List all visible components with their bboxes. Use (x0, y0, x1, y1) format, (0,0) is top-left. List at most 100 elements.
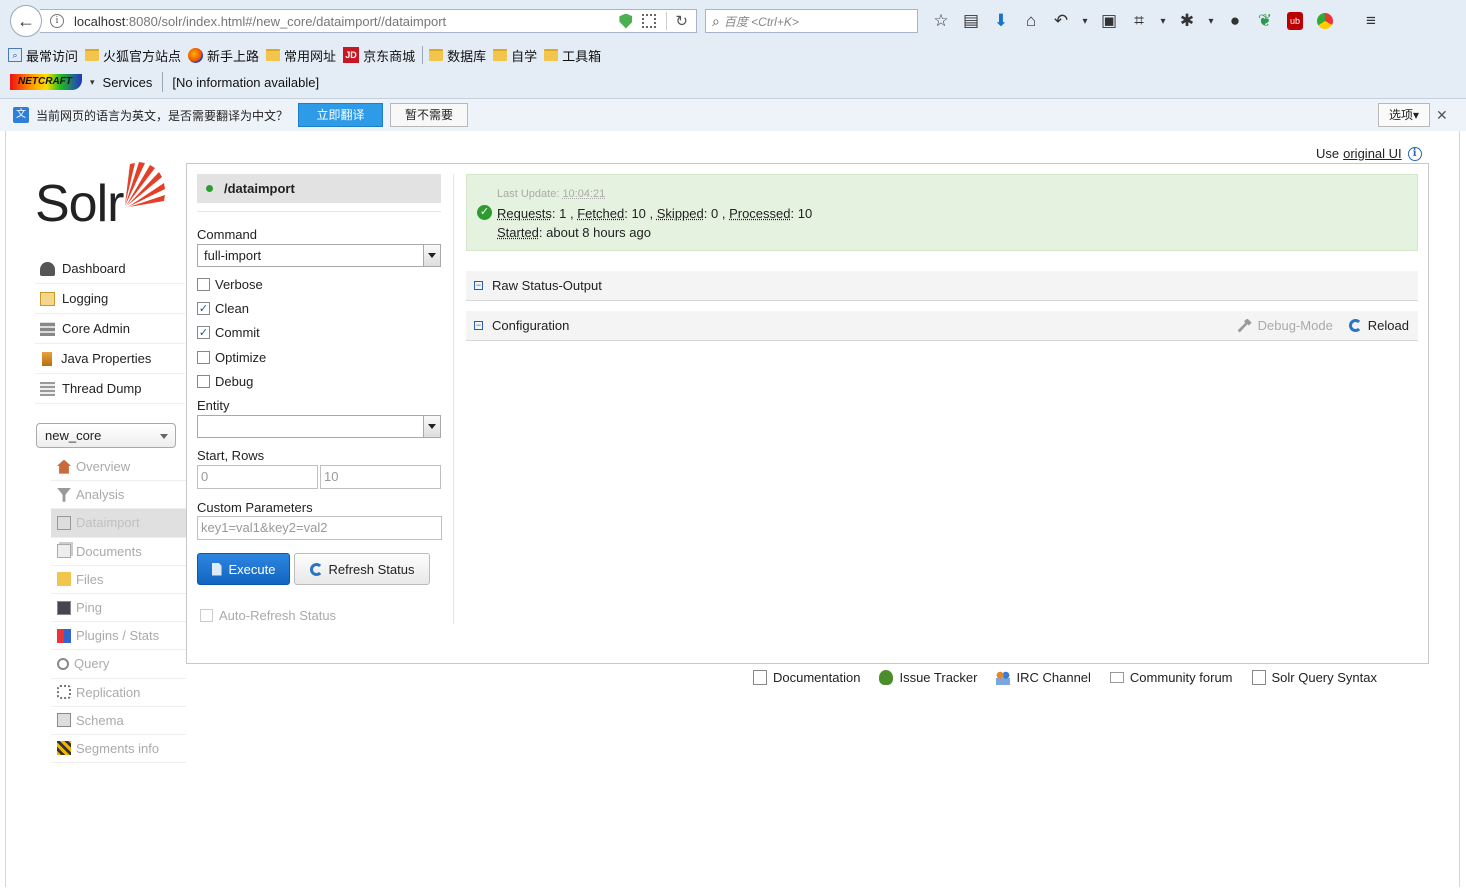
chevron-down-icon[interactable]: ▾ (1076, 16, 1094, 27)
core-nav-plugins-stats[interactable]: Plugins / Stats (51, 622, 186, 651)
clean-checkbox[interactable]: ✓ (197, 302, 210, 315)
undo-icon[interactable]: ↶ (1046, 11, 1076, 31)
auto-refresh-checkbox[interactable] (200, 609, 213, 622)
core-nav-segments-info[interactable]: Segments info (51, 735, 186, 764)
start-input[interactable]: 0 (197, 465, 318, 489)
bookmark-item[interactable]: JD 京东商城 (343, 46, 415, 65)
solr-logo[interactable]: Solr (35, 160, 170, 233)
ublock-icon[interactable]: ub (1287, 12, 1303, 30)
back-arrow-icon: ← (17, 10, 35, 31)
hamburger-menu-icon[interactable]: ≡ (1356, 11, 1386, 31)
collapse-icon[interactable]: − (474, 321, 483, 330)
bookmark-item[interactable]: 自学 (493, 46, 537, 65)
browser-chrome: i localhost:8080/solr/index.html#/new_co… (0, 0, 1466, 131)
ping-icon (57, 600, 71, 615)
verbose-checkbox-row[interactable]: Verbose (197, 277, 263, 292)
community-forum-link[interactable]: Community forum (1109, 670, 1233, 685)
command-select[interactable]: full-import (197, 244, 441, 267)
back-button[interactable]: ← (10, 5, 42, 37)
collapse-icon[interactable]: − (474, 281, 483, 290)
extension-icon[interactable]: ✱ (1172, 11, 1202, 31)
qr-code-icon[interactable] (642, 14, 657, 28)
bookmark-item[interactable]: 新手上路 (188, 46, 259, 65)
bookmark-item[interactable]: 常用网址 (266, 46, 336, 65)
page-info-icon[interactable]: i (50, 14, 64, 28)
reload-button[interactable]: Reload (1368, 318, 1409, 333)
nav-dashboard[interactable]: Dashboard (35, 254, 185, 284)
core-nav-query[interactable]: Query (51, 650, 186, 679)
entity-select[interactable] (197, 415, 441, 438)
debug-checkbox[interactable] (197, 375, 210, 388)
netcraft-logo[interactable]: NETCRAFT (10, 74, 82, 90)
core-nav-ping[interactable]: Ping (51, 594, 186, 623)
auto-refresh-row[interactable]: Auto-Refresh Status (200, 608, 336, 623)
original-ui-link[interactable]: original UI (1343, 146, 1402, 161)
color-picker-icon[interactable] (1317, 13, 1333, 29)
netcraft-services-menu[interactable]: Services (103, 75, 153, 90)
bookmark-item[interactable]: 工具箱 (544, 46, 601, 65)
raw-status-output-section[interactable]: − Raw Status-Output (466, 271, 1418, 301)
core-selector[interactable]: new_core (36, 423, 176, 448)
url-text[interactable]: localhost:8080/solr/index.html#/new_core… (74, 14, 446, 29)
core-nav-schema[interactable]: Schema (51, 707, 186, 735)
translate-options-button[interactable]: 选项▾ (1378, 103, 1430, 127)
bookmark-item[interactable]: ⌕ 最常访问 (8, 46, 78, 65)
configuration-section[interactable]: − Configuration Debug-Mode Reload (466, 311, 1418, 341)
bookmark-item[interactable]: 火狐官方站点 (85, 46, 181, 65)
documentation-link[interactable]: Documentation (753, 670, 860, 685)
refresh-status-button[interactable]: Refresh Status (294, 553, 430, 585)
status-dot-icon (206, 185, 213, 192)
commit-checkbox-row[interactable]: ✓ Commit (197, 325, 260, 340)
home-icon[interactable]: ⌂ (1016, 11, 1046, 31)
folder-icon (266, 49, 281, 61)
url-bar[interactable]: i localhost:8080/solr/index.html#/new_co… (40, 9, 697, 33)
core-nav-replication[interactable]: Replication (51, 679, 186, 707)
verbose-checkbox[interactable] (197, 278, 210, 291)
debug-mode-button[interactable]: Debug-Mode (1258, 318, 1333, 333)
optimize-checkbox[interactable] (197, 351, 210, 364)
bookmarks-menu-icon[interactable]: ▤ (956, 11, 986, 31)
commit-checkbox[interactable]: ✓ (197, 326, 210, 339)
core-nav-dataimport[interactable]: Dataimport (51, 509, 186, 538)
debug-checkbox-row[interactable]: Debug (197, 374, 253, 389)
crop-icon[interactable]: ⌗ (1124, 11, 1154, 31)
search-input[interactable]: ⌕ 百度 <Ctrl+K> (705, 9, 918, 33)
optimize-checkbox-row[interactable]: Optimize (197, 350, 266, 365)
execute-button[interactable]: Execute (197, 553, 290, 585)
core-nav-overview[interactable]: Overview (51, 453, 186, 482)
custom-parameters-input[interactable]: key1=val1&key2=val2 (197, 516, 442, 540)
translate-now-button[interactable]: 立即翻译 (298, 103, 384, 127)
download-icon[interactable]: ⬇ (986, 11, 1016, 31)
netcraft-info: [No information available] (172, 74, 320, 90)
chevron-down-icon[interactable]: ▾ (90, 77, 95, 88)
chevron-down-icon[interactable]: ▾ (1154, 16, 1172, 27)
no-translate-button[interactable]: 暂不需要 (390, 103, 469, 127)
folder-icon (429, 49, 444, 61)
info-icon[interactable]: i (1407, 146, 1422, 161)
bookmark-star-icon[interactable]: ☆ (926, 11, 956, 31)
chat-icon[interactable]: ● (1220, 11, 1250, 31)
nav-java-properties[interactable]: Java Properties (35, 344, 185, 374)
search-placeholder: 百度 <Ctrl+K> (723, 14, 799, 29)
rows-input[interactable]: 10 (320, 465, 441, 489)
nav-thread-dump[interactable]: Thread Dump (35, 374, 185, 404)
core-nav-files[interactable]: Files (51, 566, 186, 594)
handler-header[interactable]: /dataimport (197, 174, 441, 203)
entity-label: Entity (197, 398, 230, 413)
leaf-icon[interactable]: ❦ (1250, 11, 1280, 31)
core-nav-documents[interactable]: Documents (51, 538, 186, 566)
reader-icon[interactable]: ▣ (1094, 11, 1124, 31)
nav-logging[interactable]: Logging (35, 284, 185, 314)
chevron-down-icon[interactable]: ▾ (1202, 16, 1220, 27)
irc-channel-link[interactable]: IRC Channel (996, 670, 1091, 685)
nav-core-admin[interactable]: Core Admin (35, 314, 185, 344)
clean-checkbox-row[interactable]: ✓ Clean (197, 301, 249, 316)
shield-icon[interactable] (619, 13, 633, 29)
chevron-down-icon (160, 434, 168, 439)
close-icon[interactable]: ✕ (1436, 107, 1448, 124)
solr-query-syntax-link[interactable]: Solr Query Syntax (1251, 670, 1377, 685)
bookmark-item[interactable]: 数据库 (429, 46, 486, 65)
reload-icon[interactable]: ↻ (666, 12, 688, 30)
core-nav-analysis[interactable]: Analysis (51, 481, 186, 510)
issue-tracker-link[interactable]: Issue Tracker (879, 670, 977, 685)
